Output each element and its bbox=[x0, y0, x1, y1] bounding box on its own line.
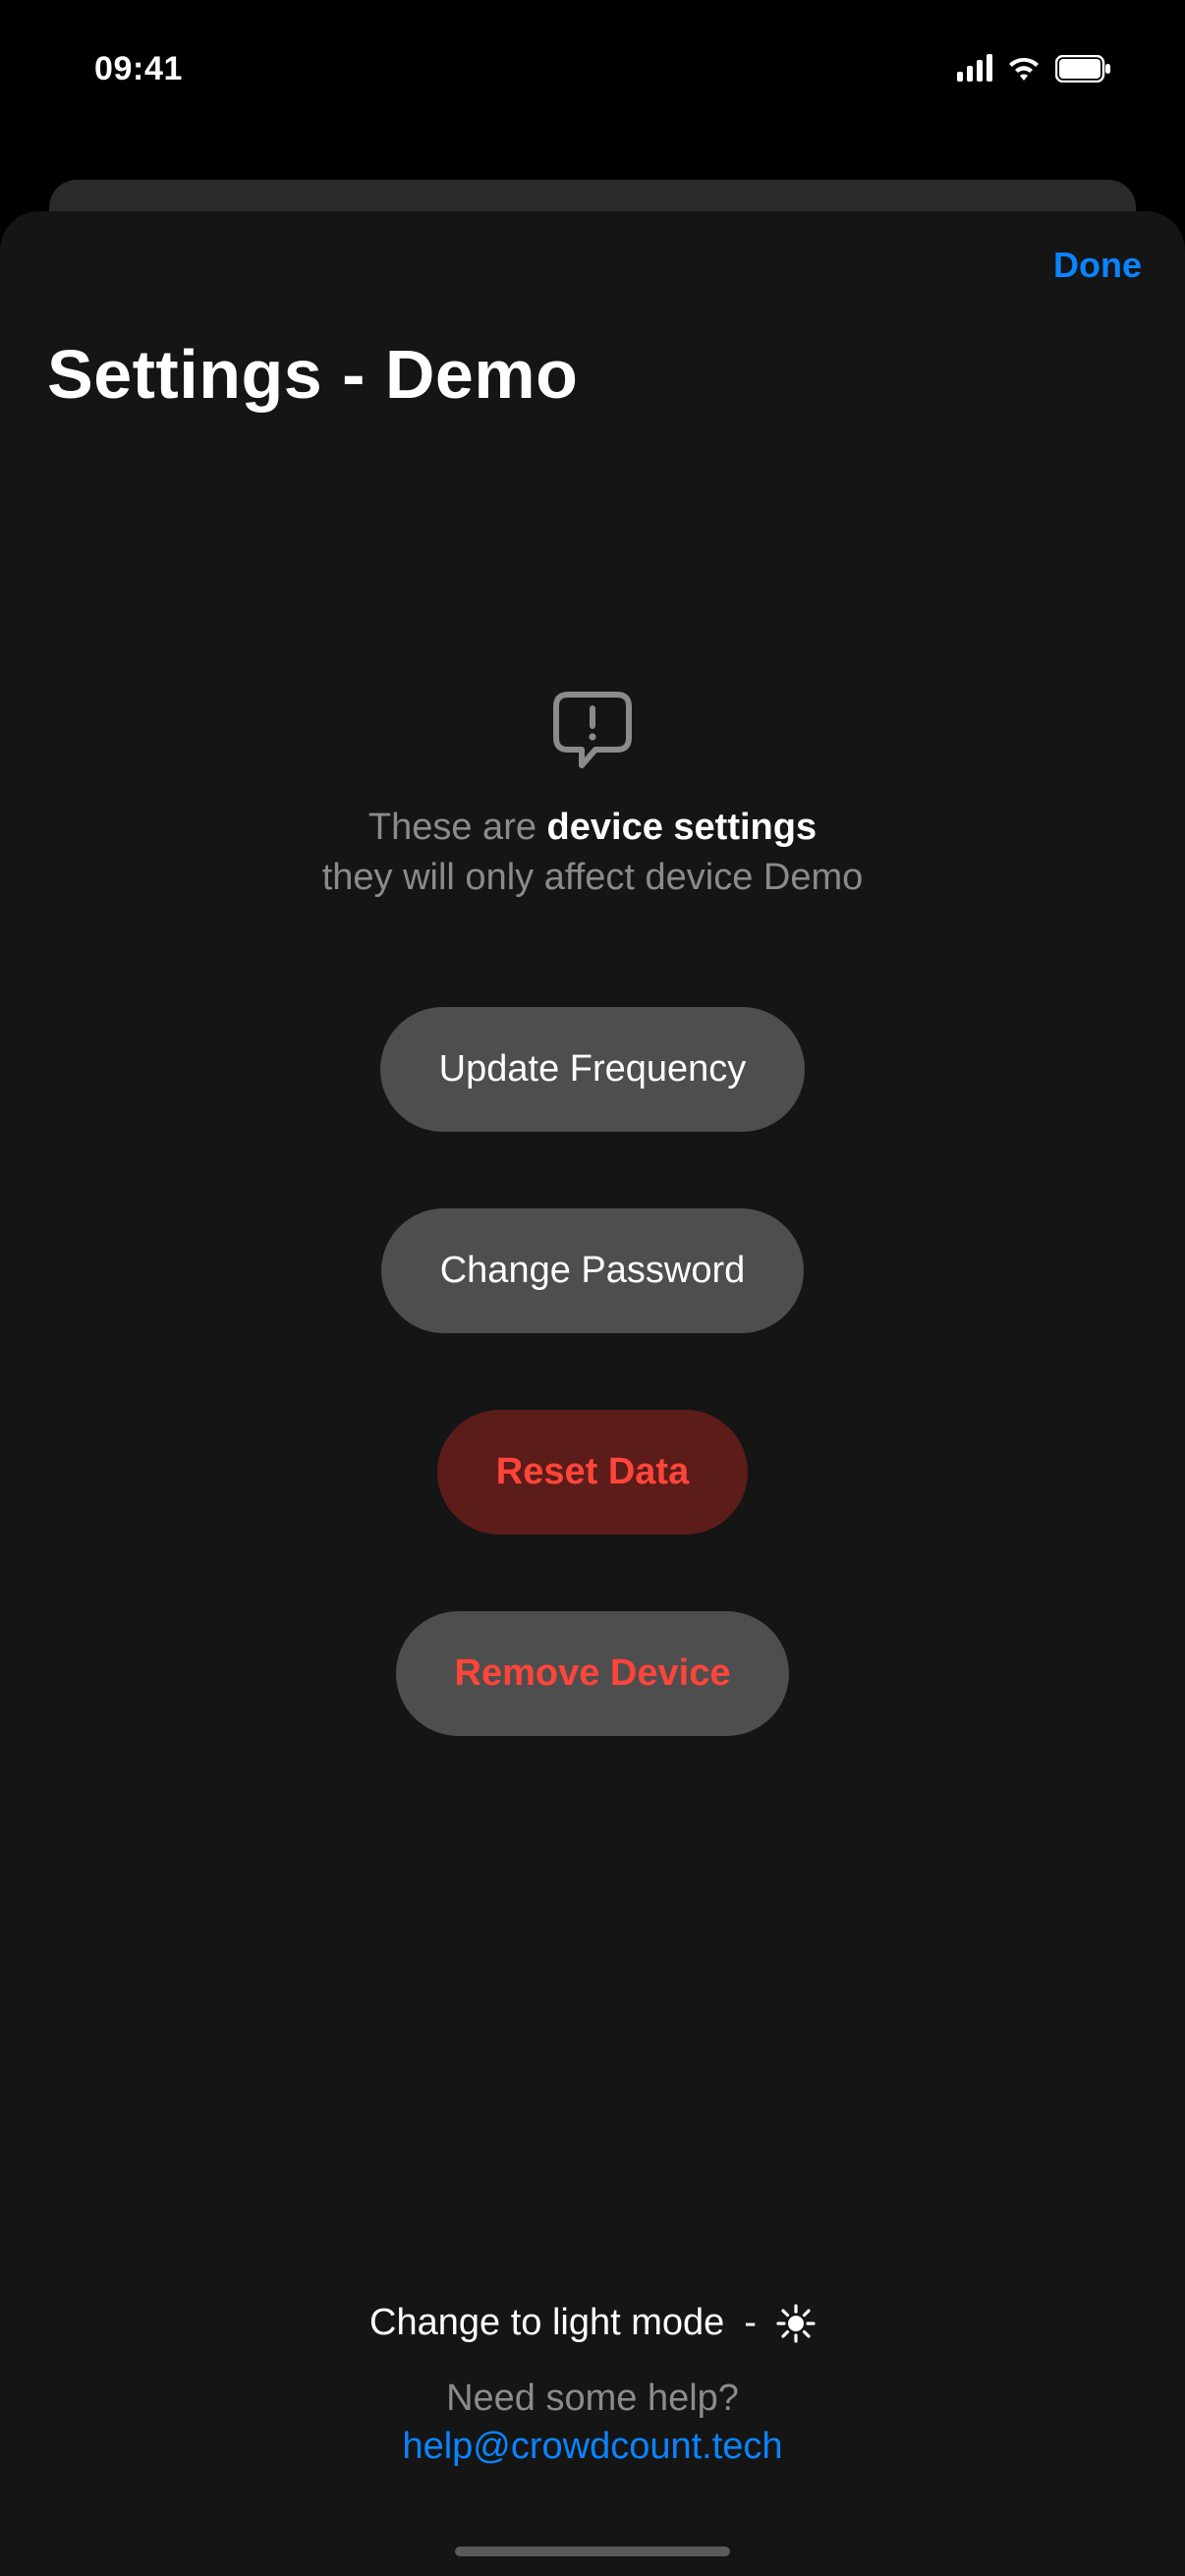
change-password-button[interactable]: Change Password bbox=[381, 1208, 805, 1333]
alert-speech-icon bbox=[548, 689, 637, 771]
remove-device-button[interactable]: Remove Device bbox=[396, 1611, 790, 1736]
done-button[interactable]: Done bbox=[1053, 245, 1142, 286]
info-line-1: These are device settings bbox=[368, 803, 817, 853]
theme-toggle[interactable]: Change to light mode - bbox=[369, 2302, 816, 2344]
status-bar: 09:41 bbox=[0, 0, 1185, 138]
wifi-icon bbox=[1006, 56, 1042, 82]
info-line-2: they will only affect device Demo bbox=[322, 857, 864, 899]
theme-toggle-label: Change to light mode bbox=[369, 2302, 724, 2344]
sun-icon bbox=[776, 2304, 816, 2343]
page-title: Settings - Demo bbox=[0, 286, 1185, 414]
footer: Change to light mode - bbox=[0, 2302, 1185, 2468]
sheet-header: Done bbox=[0, 211, 1185, 286]
theme-separator: - bbox=[744, 2302, 757, 2344]
info-block: These are device settings they will only… bbox=[0, 689, 1185, 899]
cellular-icon bbox=[957, 56, 992, 82]
help-block: Need some help? help@crowdcount.tech bbox=[402, 2378, 782, 2468]
info-strong: device settings bbox=[547, 807, 818, 848]
help-prompt: Need some help? bbox=[402, 2378, 782, 2420]
update-frequency-button[interactable]: Update Frequency bbox=[380, 1007, 806, 1132]
button-stack: Update Frequency Change Password Reset D… bbox=[0, 1007, 1185, 1736]
status-time: 09:41 bbox=[94, 50, 183, 88]
home-indicator[interactable] bbox=[455, 2547, 730, 2556]
battery-icon bbox=[1055, 55, 1112, 83]
help-email-link[interactable]: help@crowdcount.tech bbox=[402, 2426, 782, 2468]
settings-sheet: Done Settings - Demo These are device se… bbox=[0, 211, 1185, 2576]
info-prefix: These are bbox=[368, 807, 547, 848]
status-icons bbox=[957, 55, 1112, 83]
reset-data-button[interactable]: Reset Data bbox=[437, 1410, 748, 1535]
